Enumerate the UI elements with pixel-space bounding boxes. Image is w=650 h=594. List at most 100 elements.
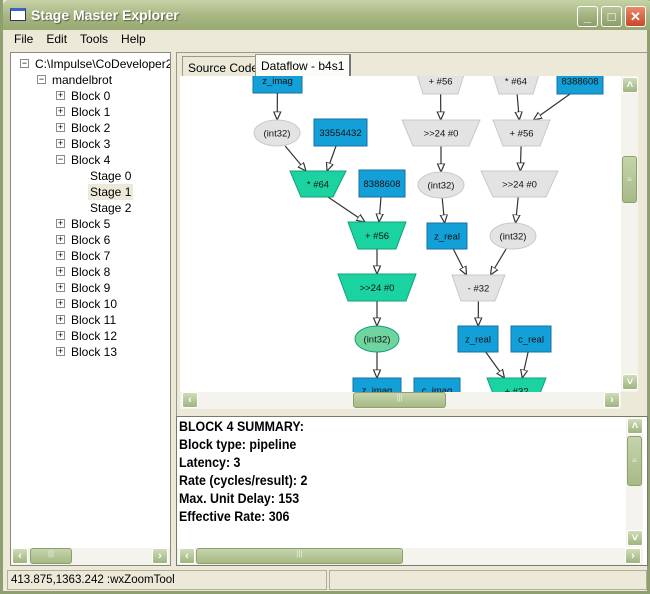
minimize-icon: _ xyxy=(583,9,592,24)
status-text: 413.875,1363.242 :wxZoomTool xyxy=(7,570,327,590)
scroll-up-button[interactable]: ˄ xyxy=(627,418,643,434)
tree-horizontal-scrollbar[interactable]: ‹ ||| › xyxy=(11,548,170,565)
graph-edge xyxy=(442,197,444,223)
graph-node-label: z_imag xyxy=(262,76,293,87)
scroll-thumb[interactable]: ||| xyxy=(353,392,446,408)
expand-icon[interactable]: + xyxy=(56,251,65,260)
collapse-icon[interactable]: − xyxy=(20,59,29,68)
graph-node-label: - #32 xyxy=(468,284,490,295)
graph-horizontal-scrollbar[interactable]: ‹ ||| › xyxy=(180,392,621,409)
graph-node-label: >>24 #0 xyxy=(360,283,395,294)
menu-bar: File Edit Tools Help xyxy=(6,30,650,48)
scroll-right-button[interactable]: › xyxy=(152,548,168,564)
tree-block[interactable]: Block 8 xyxy=(71,264,110,280)
scroll-left-button[interactable]: ‹ xyxy=(179,548,195,564)
status-secondary xyxy=(329,570,647,590)
graph-canvas[interactable]: z_imag (int32) 33554432 * #64 8388608 + #56 >>… xyxy=(180,76,621,392)
block-summary: BLOCK 4 SUMMARY: Block type: pipeline La… xyxy=(176,416,648,566)
expand-icon[interactable]: + xyxy=(56,91,65,100)
tab-dataflow[interactable]: Dataflow - b4s1 xyxy=(255,54,352,76)
scroll-up-button[interactable]: ˄ xyxy=(622,77,638,93)
graph-edge xyxy=(327,196,365,222)
tree-block[interactable]: Block 13 xyxy=(71,344,117,360)
menu-tools[interactable]: Tools xyxy=(72,30,113,48)
graph-edge xyxy=(452,248,466,275)
summary-latency: Latency: 3 xyxy=(179,455,241,470)
summary-heading: BLOCK 4 SUMMARY: xyxy=(179,419,304,434)
dataflow-graph[interactable]: z_imag (int32) 33554432 * #64 8388608 + #56 >>… xyxy=(180,76,621,392)
expand-icon[interactable]: + xyxy=(56,123,65,132)
expand-icon[interactable]: + xyxy=(56,299,65,308)
scroll-thumb[interactable]: ≡ xyxy=(622,156,637,203)
graph-edge xyxy=(379,196,381,222)
graph-edge xyxy=(520,145,521,171)
expand-icon[interactable]: + xyxy=(56,219,65,228)
close-button[interactable]: ✕ xyxy=(625,6,646,27)
tree-stage[interactable]: Stage 1 xyxy=(88,184,134,200)
graph-node-label: + #56 xyxy=(365,231,389,242)
graph-node-label: z_real xyxy=(465,335,491,346)
tree-block[interactable]: Block 1 xyxy=(71,104,110,120)
graph-node-label: 33554432 xyxy=(319,128,361,139)
minimize-button[interactable]: _ xyxy=(577,6,598,27)
scroll-thumb[interactable]: ||| xyxy=(196,548,403,564)
tree-block[interactable]: Block 0 xyxy=(71,88,110,104)
collapse-icon[interactable]: − xyxy=(56,155,65,164)
summary-vertical-scrollbar[interactable]: ˄ ≡ ˅ xyxy=(626,417,643,547)
graph-node-label: (int32) xyxy=(500,232,527,243)
menu-help[interactable]: Help xyxy=(113,30,151,48)
tree-block[interactable]: Block 4 xyxy=(71,152,110,168)
tree-project[interactable]: mandelbrot xyxy=(52,72,112,88)
tree-block[interactable]: Block 2 xyxy=(71,120,110,136)
project-tree[interactable]: − C:\Impulse\CoDeveloper2\E − mandelbrot + Bl… xyxy=(10,52,171,566)
summary-horizontal-scrollbar[interactable]: ‹ ||| › xyxy=(177,548,643,565)
expand-icon[interactable]: + xyxy=(56,315,65,324)
tree-block[interactable]: Block 5 xyxy=(71,216,110,232)
graph-edge xyxy=(491,248,507,275)
graph-node-label: z_real xyxy=(434,232,460,243)
expand-icon[interactable]: + xyxy=(56,139,65,148)
expand-icon[interactable]: + xyxy=(56,107,65,116)
summary-effective-rate: Effective Rate: 306 xyxy=(179,509,290,524)
tree-block[interactable]: Block 12 xyxy=(71,328,117,344)
graph-edge xyxy=(516,196,519,223)
tree-block[interactable]: Block 7 xyxy=(71,248,110,264)
tab-source-code[interactable]: Source Code xyxy=(182,56,265,76)
tree-root[interactable]: C:\Impulse\CoDeveloper2\E xyxy=(35,56,170,72)
menu-file[interactable]: File xyxy=(6,30,38,48)
graph-vertical-scrollbar[interactable]: ˄ ≡ ˅ xyxy=(621,76,638,392)
graph-node-label: c_real xyxy=(518,335,544,346)
tree-block[interactable]: Block 3 xyxy=(71,136,110,152)
scroll-thumb[interactable]: ≡ xyxy=(627,436,642,486)
tree-stage[interactable]: Stage 0 xyxy=(90,168,131,184)
scroll-down-button[interactable]: ˅ xyxy=(627,530,643,546)
expand-icon[interactable]: + xyxy=(56,283,65,292)
scroll-thumb[interactable]: ||| xyxy=(30,548,72,564)
tree-block[interactable]: Block 6 xyxy=(71,232,110,248)
scroll-left-button[interactable]: ‹ xyxy=(12,548,28,564)
graph-edge xyxy=(327,145,337,171)
graph-node-label: + #56 xyxy=(509,129,533,140)
tree-block[interactable]: Block 9 xyxy=(71,280,110,296)
scroll-left-button[interactable]: ‹ xyxy=(182,392,198,408)
graph-node-label: (int32) xyxy=(364,335,391,346)
graph-node-label: (int32) xyxy=(264,129,291,140)
scroll-down-button[interactable]: ˅ xyxy=(622,374,638,390)
expand-icon[interactable]: + xyxy=(56,331,65,340)
maximize-button[interactable]: □ xyxy=(601,6,622,27)
title-bar[interactable]: Stage Master Explorer _ □ ✕ xyxy=(3,0,650,30)
graph-node-label: + #56 xyxy=(428,77,452,88)
scroll-right-button[interactable]: › xyxy=(604,392,620,408)
graph-node-label: * #64 xyxy=(505,77,527,88)
scroll-right-button[interactable]: › xyxy=(625,548,641,564)
expand-icon[interactable]: + xyxy=(56,267,65,276)
tree-block[interactable]: Block 11 xyxy=(71,312,116,328)
expand-icon[interactable]: + xyxy=(56,347,65,356)
expand-icon[interactable]: + xyxy=(56,235,65,244)
graph-node-label: * #64 xyxy=(307,180,329,191)
menu-edit[interactable]: Edit xyxy=(38,30,72,48)
maximize-icon: □ xyxy=(607,9,616,24)
tree-stage[interactable]: Stage 2 xyxy=(90,200,131,216)
tree-block[interactable]: Block 10 xyxy=(71,296,117,312)
collapse-icon[interactable]: − xyxy=(37,75,46,84)
